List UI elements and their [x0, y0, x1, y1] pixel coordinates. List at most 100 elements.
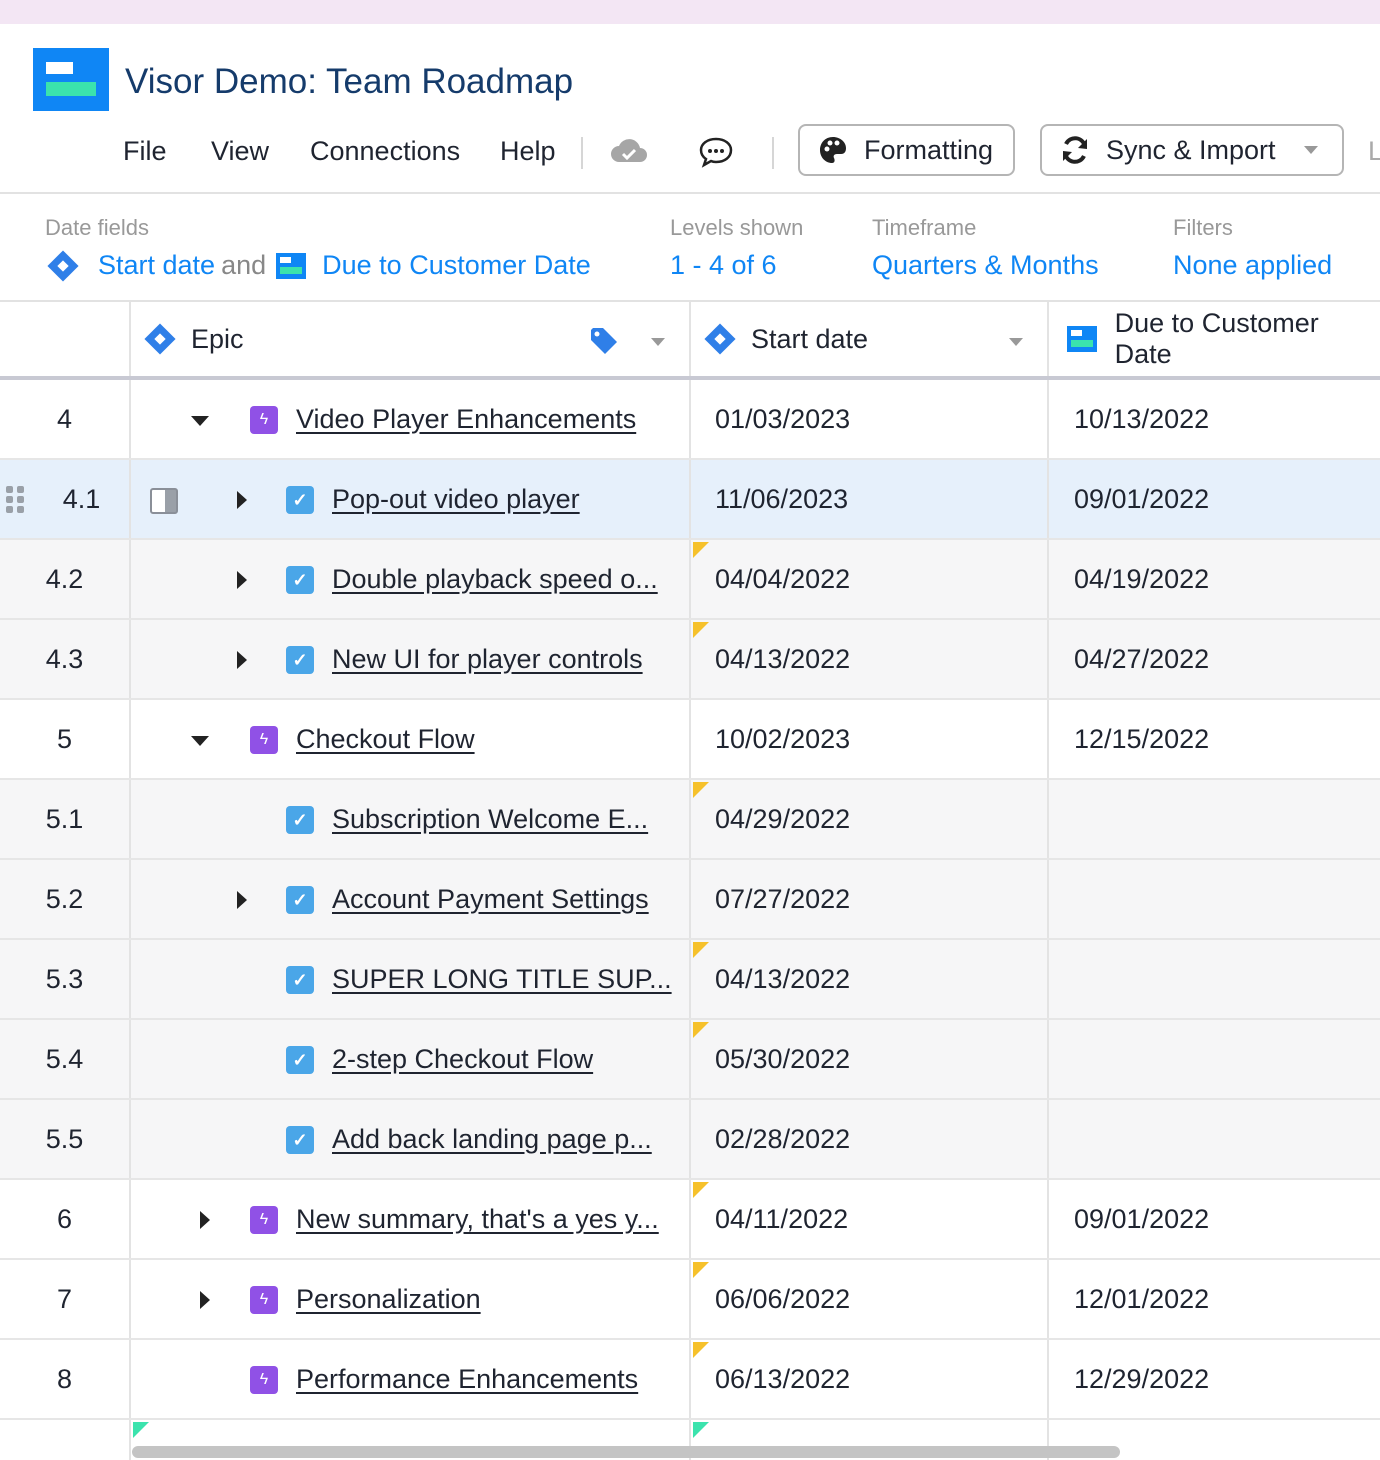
column-header-epic[interactable]: Epic: [131, 302, 691, 376]
epic-cell[interactable]: ✓ Double playback speed o...: [131, 540, 691, 618]
due-date-cell[interactable]: [1049, 860, 1380, 938]
row-number-cell: 4.3: [0, 620, 131, 698]
due-date-cell[interactable]: [1049, 1100, 1380, 1178]
menu-connections[interactable]: Connections: [310, 136, 460, 167]
start-date-cell[interactable]: 07/27/2022: [691, 860, 1049, 938]
toolbar-overflow-item[interactable]: L: [1368, 136, 1380, 167]
table-row[interactable]: 5.2 ✓ Account Payment Settings 07/27/202…: [0, 860, 1380, 940]
issue-title-link[interactable]: Checkout Flow: [296, 724, 475, 755]
expand-toggle-icon[interactable]: [237, 891, 247, 909]
start-date-cell[interactable]: 04/13/2022: [691, 620, 1049, 698]
tag-icon[interactable]: [589, 326, 619, 356]
epic-cell[interactable]: ✓ New UI for player controls: [131, 620, 691, 698]
start-date-cell[interactable]: 02/28/2022: [691, 1100, 1049, 1178]
expand-toggle-icon[interactable]: [237, 491, 247, 509]
issue-title-link[interactable]: Double playback speed o...: [332, 564, 658, 595]
epic-cell[interactable]: ✓ 2-step Checkout Flow: [131, 1020, 691, 1098]
epic-cell[interactable]: ϟ Checkout Flow: [131, 700, 691, 778]
menu-help[interactable]: Help: [500, 136, 556, 167]
filters-value[interactable]: None applied: [1173, 250, 1332, 281]
epic-cell[interactable]: ✓ Account Payment Settings: [131, 860, 691, 938]
due-date-cell[interactable]: 04/19/2022: [1049, 540, 1380, 618]
table-row[interactable]: 5.4 ✓ 2-step Checkout Flow 05/30/2022: [0, 1020, 1380, 1100]
due-date-cell[interactable]: [1049, 1020, 1380, 1098]
formatting-button[interactable]: Formatting: [798, 124, 1015, 176]
epic-cell[interactable]: ϟ Video Player Enhancements: [131, 380, 691, 458]
cloud-saved-icon: [611, 139, 647, 162]
epic-cell[interactable]: ✓ SUPER LONG TITLE SUP...: [131, 940, 691, 1018]
date-fields-selector[interactable]: Start date and Due to Customer Date: [47, 249, 591, 282]
column-header-start[interactable]: Start date: [691, 302, 1049, 376]
chevron-down-icon[interactable]: [651, 338, 665, 346]
issue-title-link[interactable]: SUPER LONG TITLE SUP...: [332, 964, 672, 995]
drag-handle-icon[interactable]: [6, 486, 28, 516]
epic-cell[interactable]: ϟ Personalization: [131, 1260, 691, 1338]
collapse-toggle-icon[interactable]: [191, 416, 209, 426]
issue-title-link[interactable]: New summary, that's a yes y...: [296, 1204, 659, 1235]
levels-value[interactable]: 1 - 4 of 6: [670, 250, 777, 281]
due-date-cell[interactable]: 09/01/2022: [1049, 460, 1380, 538]
sync-import-button[interactable]: Sync & Import: [1040, 124, 1344, 176]
expand-toggle-icon[interactable]: [237, 651, 247, 669]
expand-toggle-icon[interactable]: [200, 1291, 210, 1309]
timeframe-value[interactable]: Quarters & Months: [872, 250, 1099, 281]
due-date-cell[interactable]: 10/13/2022: [1049, 380, 1380, 458]
issue-title-link[interactable]: Pop-out video player: [332, 484, 580, 515]
due-date-cell[interactable]: 12/01/2022: [1049, 1260, 1380, 1338]
table-row[interactable]: 4.1 ✓ Pop-out video player 11/06/2023 09…: [0, 460, 1380, 540]
collapse-toggle-icon[interactable]: [191, 736, 209, 746]
issue-title-link[interactable]: 2-step Checkout Flow: [332, 1044, 593, 1075]
levels-label: Levels shown: [670, 215, 804, 240]
table-row[interactable]: 7 ϟ Personalization 06/06/2022 12/01/202…: [0, 1260, 1380, 1340]
table-row[interactable]: 5.1 ✓ Subscription Welcome E... 04/29/20…: [0, 780, 1380, 860]
epic-cell[interactable]: ✓ Add back landing page p...: [131, 1100, 691, 1178]
open-detail-panel-icon[interactable]: [150, 488, 178, 514]
epic-cell[interactable]: ✓ Pop-out video player: [131, 460, 691, 538]
issue-title-link[interactable]: Subscription Welcome E...: [332, 804, 648, 835]
due-date-cell[interactable]: 09/01/2022: [1049, 1180, 1380, 1258]
row-number-cell: 8: [0, 1340, 131, 1418]
due-date-cell[interactable]: [1049, 940, 1380, 1018]
due-date-cell[interactable]: [1049, 780, 1380, 858]
start-date-cell[interactable]: 11/06/2023: [691, 460, 1049, 538]
due-date-cell[interactable]: 12/29/2022: [1049, 1340, 1380, 1418]
table-row[interactable]: 4.3 ✓ New UI for player controls 04/13/2…: [0, 620, 1380, 700]
column-header-due[interactable]: Due to Customer Date: [1049, 302, 1380, 376]
horizontal-scrollbar[interactable]: [132, 1446, 1120, 1458]
epic-cell[interactable]: ϟ New summary, that's a yes y...: [131, 1180, 691, 1258]
issue-title-link[interactable]: Performance Enhancements: [296, 1364, 638, 1395]
start-date-cell[interactable]: 04/04/2022: [691, 540, 1049, 618]
table-row[interactable]: 8 ϟ Performance Enhancements 06/13/2022 …: [0, 1340, 1380, 1420]
menu-view[interactable]: View: [211, 136, 269, 167]
start-date-cell[interactable]: 04/29/2022: [691, 780, 1049, 858]
issue-title-link[interactable]: Add back landing page p...: [332, 1124, 652, 1155]
start-date-cell[interactable]: 04/13/2022: [691, 940, 1049, 1018]
row-number-cell: 5: [0, 700, 131, 778]
start-date-cell[interactable]: 01/03/2023: [691, 380, 1049, 458]
start-date-cell[interactable]: 06/13/2022: [691, 1340, 1049, 1418]
expand-toggle-icon[interactable]: [237, 571, 247, 589]
due-date-cell[interactable]: 04/27/2022: [1049, 620, 1380, 698]
table-row[interactable]: 5 ϟ Checkout Flow 10/02/2023 12/15/2022: [0, 700, 1380, 780]
epic-cell[interactable]: ✓ Subscription Welcome E...: [131, 780, 691, 858]
due-date-cell[interactable]: 12/15/2022: [1049, 700, 1380, 778]
issue-title-link[interactable]: Video Player Enhancements: [296, 404, 636, 435]
flag-marker: [693, 942, 709, 958]
issue-title-link[interactable]: Personalization: [296, 1284, 481, 1315]
table-row[interactable]: 4 ϟ Video Player Enhancements 01/03/2023…: [0, 380, 1380, 460]
epic-cell[interactable]: ϟ Performance Enhancements: [131, 1340, 691, 1418]
start-date-cell[interactable]: 06/06/2022: [691, 1260, 1049, 1338]
menu-file[interactable]: File: [123, 136, 167, 167]
table-row[interactable]: 5.5 ✓ Add back landing page p... 02/28/2…: [0, 1100, 1380, 1180]
start-date-cell[interactable]: 04/11/2022: [691, 1180, 1049, 1258]
table-row[interactable]: 4.2 ✓ Double playback speed o... 04/04/2…: [0, 540, 1380, 620]
expand-toggle-icon[interactable]: [200, 1211, 210, 1229]
start-date-cell[interactable]: 05/30/2022: [691, 1020, 1049, 1098]
issue-title-link[interactable]: Account Payment Settings: [332, 884, 649, 915]
table-row[interactable]: 6 ϟ New summary, that's a yes y... 04/11…: [0, 1180, 1380, 1260]
chevron-down-icon[interactable]: [1009, 338, 1023, 346]
issue-title-link[interactable]: New UI for player controls: [332, 644, 643, 675]
comments-icon[interactable]: [698, 136, 734, 168]
start-date-cell[interactable]: 10/02/2023: [691, 700, 1049, 778]
table-row[interactable]: 5.3 ✓ SUPER LONG TITLE SUP... 04/13/2022: [0, 940, 1380, 1020]
